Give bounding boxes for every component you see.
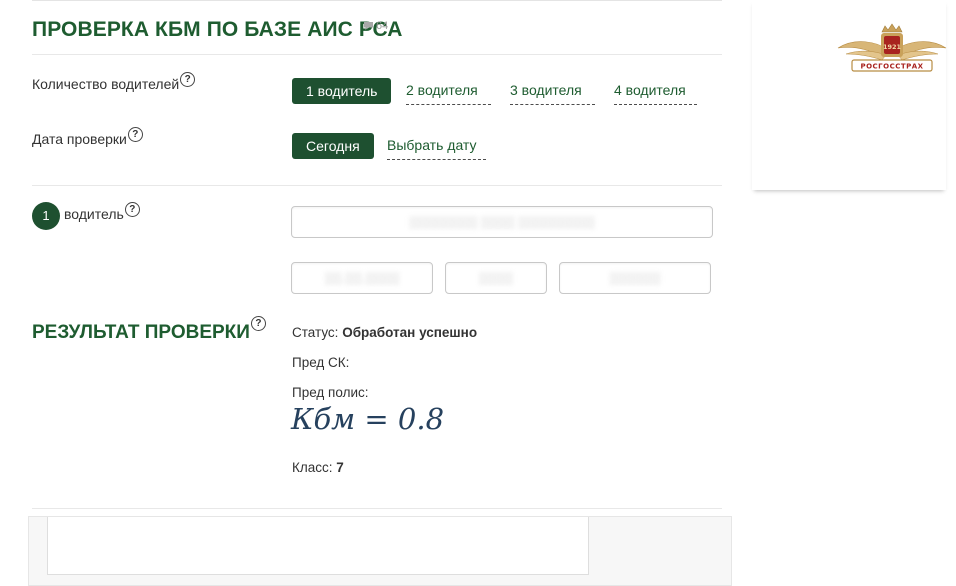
license-series-input[interactable]: ▒▒▒▒	[445, 262, 547, 294]
redacted-value: ▒▒▒▒	[478, 271, 513, 285]
top-divider	[32, 0, 722, 1]
drivers-option-2[interactable]: 2 водителя	[406, 77, 491, 105]
divider	[32, 508, 722, 509]
help-icon[interactable]: ?	[180, 72, 196, 87]
drivers-count-label: Количество водителей?	[32, 72, 196, 92]
class-value: 7	[336, 460, 344, 475]
speech-bubble-icon	[364, 22, 373, 30]
help-icon[interactable]: ?	[124, 202, 140, 217]
logo-year: 1921	[883, 43, 902, 51]
drivers-option-1[interactable]: 1 водитель	[292, 78, 392, 104]
comments-count: 64	[376, 20, 389, 32]
birth-date-input[interactable]: ▒▒.▒▒.▒▒▒▒	[291, 262, 433, 294]
page-title: ПРОВЕРКА КБМ ПО БАЗЕ АИС РСА	[32, 18, 403, 41]
kbm-check-panel: ПРОВЕРКА КБМ ПО БАЗЕ АИС РСА 64 Количест…	[0, 0, 722, 580]
prev-policy-row: Пред полис:	[292, 385, 369, 400]
bottom-panel	[28, 516, 732, 586]
help-icon[interactable]: ?	[127, 127, 143, 142]
driver-label: водитель?	[64, 202, 140, 222]
class-row: Класс: 7	[292, 460, 344, 475]
result-title: РЕЗУЛЬТАТ ПРОВЕРКИ?	[32, 316, 266, 344]
date-option-today[interactable]: Сегодня	[292, 133, 374, 159]
prev-sk-row: Пред СК:	[292, 355, 350, 370]
redacted-value: ▒▒▒▒▒▒	[609, 271, 661, 285]
redacted-value: ▒▒▒▒▒▒▒▒ ▒▒▒▒ ▒▒▒▒▒▒▒▒▒	[409, 215, 595, 229]
comment-input[interactable]	[47, 517, 589, 575]
divider	[32, 185, 722, 186]
rosgosstrakh-logo[interactable]: 1921 РОСГОССТРАХ	[836, 22, 948, 78]
date-option-choose[interactable]: Выбрать дату	[387, 132, 486, 160]
redacted-value: ▒▒.▒▒.▒▒▒▒	[324, 271, 400, 285]
check-date-label: Дата проверки?	[32, 127, 143, 147]
status-value: Обработан успешно	[342, 325, 478, 340]
license-number-input[interactable]: ▒▒▒▒▒▒	[559, 262, 711, 294]
comments-counter[interactable]: 64	[363, 20, 388, 32]
divider	[32, 54, 722, 55]
drivers-option-4[interactable]: 4 водителя	[614, 77, 697, 105]
help-icon[interactable]: ?	[250, 316, 266, 331]
status-row: Статус: Обработан успешно	[292, 325, 478, 340]
logo-brand-name: РОСГОССТРАХ	[860, 63, 923, 71]
driver-fullname-input[interactable]: ▒▒▒▒▒▒▒▒ ▒▒▒▒ ▒▒▒▒▒▒▒▒▒	[291, 206, 713, 238]
brand-card: 1921 РОСГОССТРАХ	[752, 0, 948, 190]
drivers-option-3[interactable]: 3 водителя	[510, 77, 595, 105]
driver-number-badge: 1	[32, 202, 60, 230]
kbm-value: Кбм = 0.8	[291, 402, 445, 436]
